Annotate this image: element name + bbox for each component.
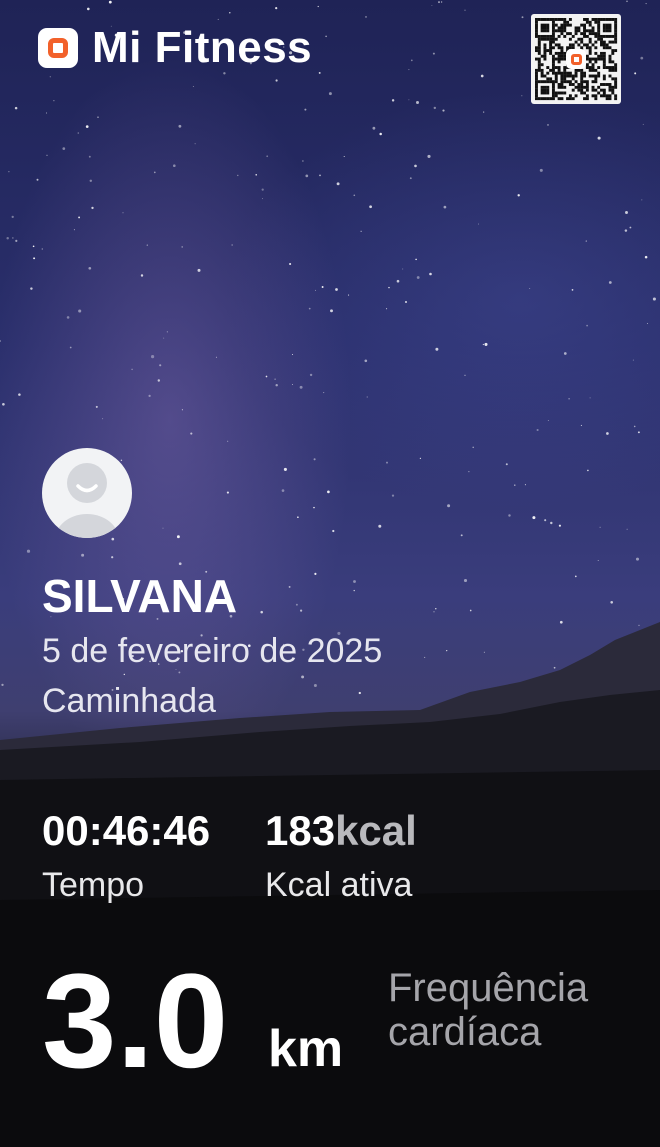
calories-value-group: 183kcal xyxy=(265,810,417,852)
distance-unit: km xyxy=(268,1020,344,1078)
distance-value: 3.0 xyxy=(42,947,229,1096)
time-label: Tempo xyxy=(42,866,145,904)
workout-date: 5 de fevereiro de 2025 xyxy=(42,632,383,670)
qr-logo-icon xyxy=(566,49,586,69)
calories-unit: kcal xyxy=(335,807,417,854)
app-title: Mi Fitness xyxy=(92,23,313,72)
heart-rate-label-line1: Frequência xyxy=(388,966,589,1010)
user-name: SILVANA xyxy=(42,570,238,622)
time-value: 00:46:46 xyxy=(42,807,211,854)
qr-code-icon[interactable] xyxy=(531,14,621,104)
mi-fitness-logo-icon xyxy=(38,28,78,68)
calories-label: Kcal ativa xyxy=(265,866,413,904)
heart-rate-label-line2: cardíaca xyxy=(388,1010,542,1054)
app-brand: Mi Fitness xyxy=(38,26,312,70)
calories-value: 183 xyxy=(265,807,336,854)
default-avatar-icon xyxy=(42,448,132,538)
activity-type: Caminhada xyxy=(42,682,216,720)
heart-rate-label: Frequência cardíaca xyxy=(388,966,648,1054)
